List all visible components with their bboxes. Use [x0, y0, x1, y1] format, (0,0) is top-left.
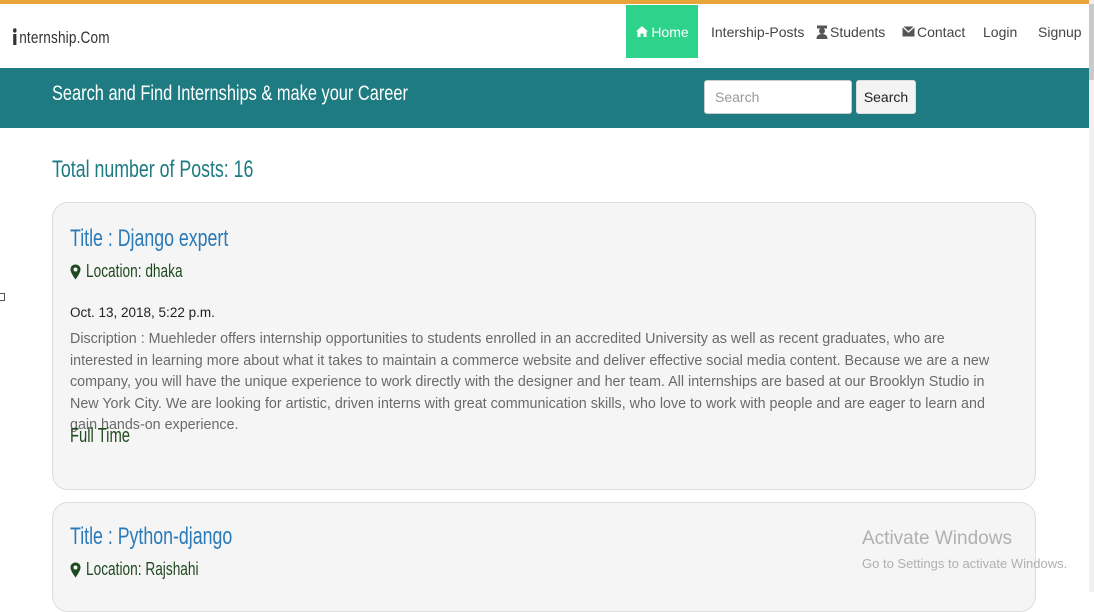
post-title[interactable]: Title : Django expert — [70, 225, 228, 253]
post-date: Oct. 13, 2018, 5:22 p.m. — [70, 305, 215, 320]
home-icon — [636, 26, 649, 37]
person-icon — [13, 28, 17, 45]
nav-home-label: Home — [651, 23, 689, 40]
brand-logo[interactable]: nternship.Com — [12, 28, 110, 48]
post-job-type: Full Time — [70, 425, 131, 447]
nav-posts-label: Intership-Posts — [711, 23, 805, 40]
nav-login-label: Login — [983, 23, 1018, 40]
post-location: Location: Rajshahi — [70, 559, 234, 580]
side-marker — [0, 293, 5, 301]
search-input[interactable] — [704, 80, 852, 114]
nav-intership-posts[interactable]: Intership-Posts — [711, 5, 804, 58]
post-location-text: Location: Rajshahi — [86, 559, 199, 579]
student-icon — [816, 25, 828, 39]
post-card: Title : Django expert Location: dhaka Oc… — [52, 202, 1036, 490]
post-title[interactable]: Title : Python-django — [70, 523, 232, 551]
nav-students-label: Students — [830, 23, 886, 40]
watermark-title: Activate Windows — [862, 528, 1012, 549]
windows-activation-watermark: Activate Windows Go to Settings to activ… — [862, 528, 1067, 571]
total-posts-heading: Total number of Posts: 16 — [52, 156, 254, 183]
page-scrollbar[interactable] — [1089, 0, 1094, 592]
search-banner: Search and Find Internships & make your … — [0, 68, 1089, 128]
nav-contact[interactable]: Contact — [902, 5, 965, 58]
envelope-icon — [902, 26, 915, 37]
brand-name: nternship.Com — [19, 28, 110, 47]
nav-login[interactable]: Login — [983, 5, 1017, 58]
nav-students[interactable]: Students — [816, 5, 885, 58]
scrollbar-thumb[interactable] — [1089, 4, 1094, 80]
map-marker-icon — [70, 264, 81, 279]
search-button[interactable]: Search — [856, 80, 916, 114]
nav-signup-label: Signup — [1038, 23, 1082, 40]
post-description: Discription : Muehleder offers internshi… — [70, 331, 990, 433]
nav-contact-label: Contact — [917, 23, 966, 40]
post-location: Location: dhaka — [70, 261, 213, 282]
map-marker-icon — [70, 562, 81, 577]
nav-home[interactable]: Home — [626, 5, 698, 58]
banner-tagline: Search and Find Internships & make your … — [52, 82, 408, 105]
watermark-subtitle: Go to Settings to activate Windows. — [862, 556, 1068, 571]
post-location-text: Location: dhaka — [86, 261, 183, 281]
nav-signup[interactable]: Signup — [1038, 5, 1082, 58]
